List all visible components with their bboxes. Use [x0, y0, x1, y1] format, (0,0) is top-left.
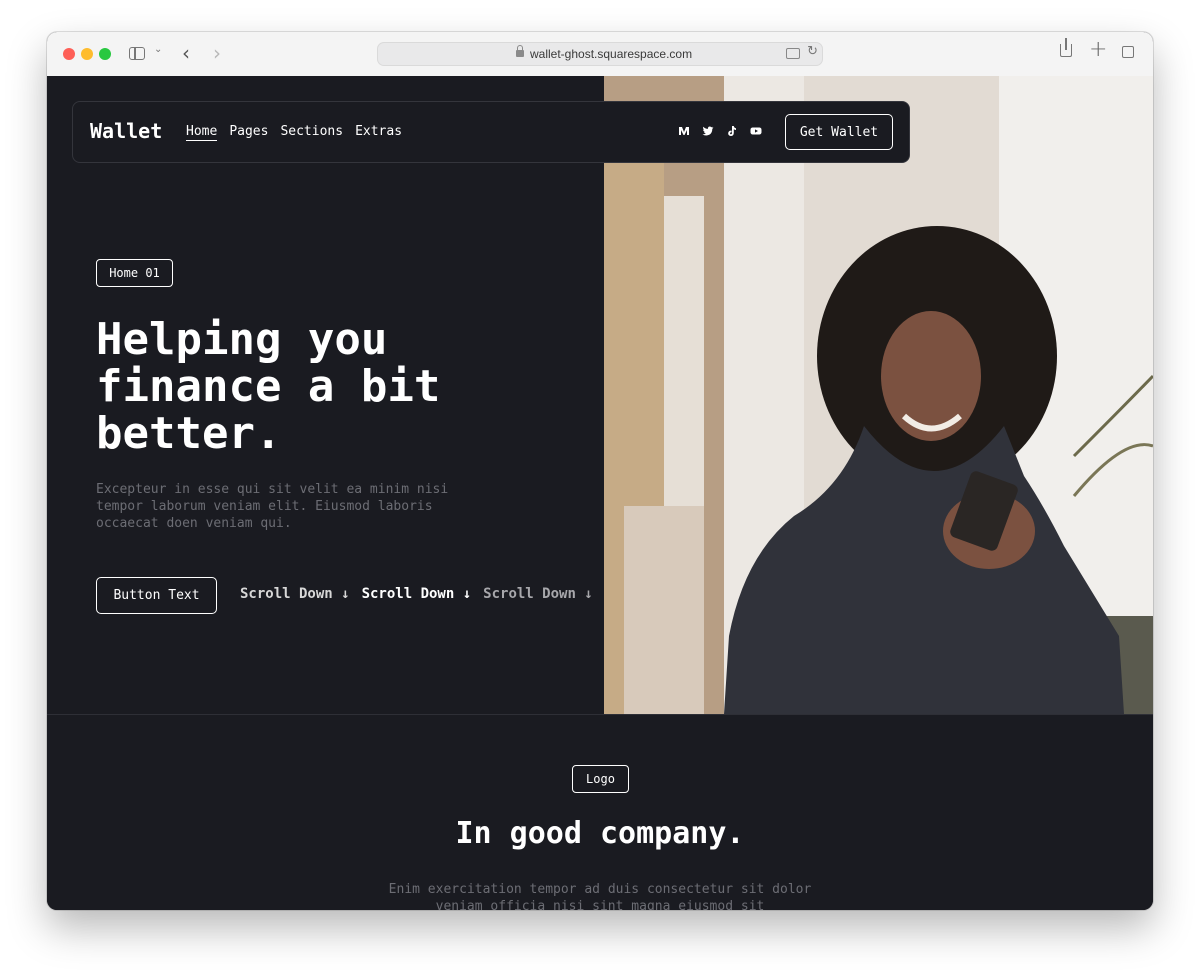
translate-icon[interactable]: [786, 48, 800, 59]
back-arrow-icon[interactable]: ‹: [182, 41, 190, 65]
close-window-button[interactable]: [63, 48, 75, 60]
forward-arrow-icon[interactable]: ›: [213, 41, 221, 65]
browser-toolbar: ⌄ ‹ › wallet-ghost.squarespace.com ↻ +: [47, 32, 1153, 77]
scroll-down-label: Scroll Down ↓: [240, 586, 350, 602]
minimize-window-button[interactable]: [81, 48, 93, 60]
scroll-down-label: Scroll Down ↓: [483, 586, 593, 602]
webpage: Wallet Home Pages Sections Extras Get Wa…: [47, 76, 1153, 910]
reload-icon[interactable]: ↻: [807, 44, 818, 59]
address-bar[interactable]: wallet-ghost.squarespace.com ↻: [377, 42, 823, 66]
scroll-down-marquee[interactable]: Scroll Down ↓ Scroll Down ↓ Scroll Down …: [240, 586, 593, 602]
hero-image: [604, 76, 1153, 714]
social-links: [678, 125, 762, 137]
new-tab-icon[interactable]: +: [1089, 37, 1107, 62]
browser-window: ⌄ ‹ › wallet-ghost.squarespace.com ↻ + W…: [47, 32, 1153, 910]
section-description: Enim exercitation tempor ad duis consect…: [388, 882, 812, 910]
chevron-down-icon[interactable]: ⌄: [154, 44, 162, 55]
hero-description: Excepteur in esse qui sit velit ea minim…: [96, 482, 449, 531]
twitter-icon[interactable]: [702, 125, 714, 137]
youtube-icon[interactable]: [750, 125, 762, 137]
nav-links: Home Pages Sections Extras: [186, 124, 402, 141]
zoom-window-button[interactable]: [99, 48, 111, 60]
url-text: wallet-ghost.squarespace.com: [530, 47, 693, 61]
scroll-down-label: Scroll Down ↓: [361, 586, 472, 602]
sidebar-icon[interactable]: [129, 47, 145, 60]
share-icon[interactable]: [1060, 38, 1072, 57]
top-navigation: Wallet Home Pages Sections Extras Get Wa…: [72, 101, 910, 163]
section-title: In good company.: [455, 816, 745, 851]
get-wallet-button[interactable]: Get Wallet: [785, 114, 893, 150]
page-tag: Home 01: [96, 259, 173, 287]
nav-link-home[interactable]: Home: [186, 124, 218, 141]
site-logo[interactable]: Wallet: [90, 119, 162, 143]
section-tag: Logo: [572, 765, 629, 793]
medium-icon[interactable]: [678, 125, 690, 137]
lock-icon: [516, 45, 524, 57]
nav-link-sections[interactable]: Sections: [280, 124, 343, 141]
section-divider: [47, 714, 1153, 715]
tabs-icon[interactable]: [1118, 42, 1134, 58]
hero-cta-button[interactable]: Button Text: [96, 577, 217, 614]
hero-headline: Helping you finance a bit better.: [96, 314, 441, 459]
nav-link-pages[interactable]: Pages: [229, 124, 268, 141]
nav-link-extras[interactable]: Extras: [355, 124, 402, 141]
hero-photo-illustration: [604, 76, 1153, 714]
tiktok-icon[interactable]: [726, 125, 738, 137]
